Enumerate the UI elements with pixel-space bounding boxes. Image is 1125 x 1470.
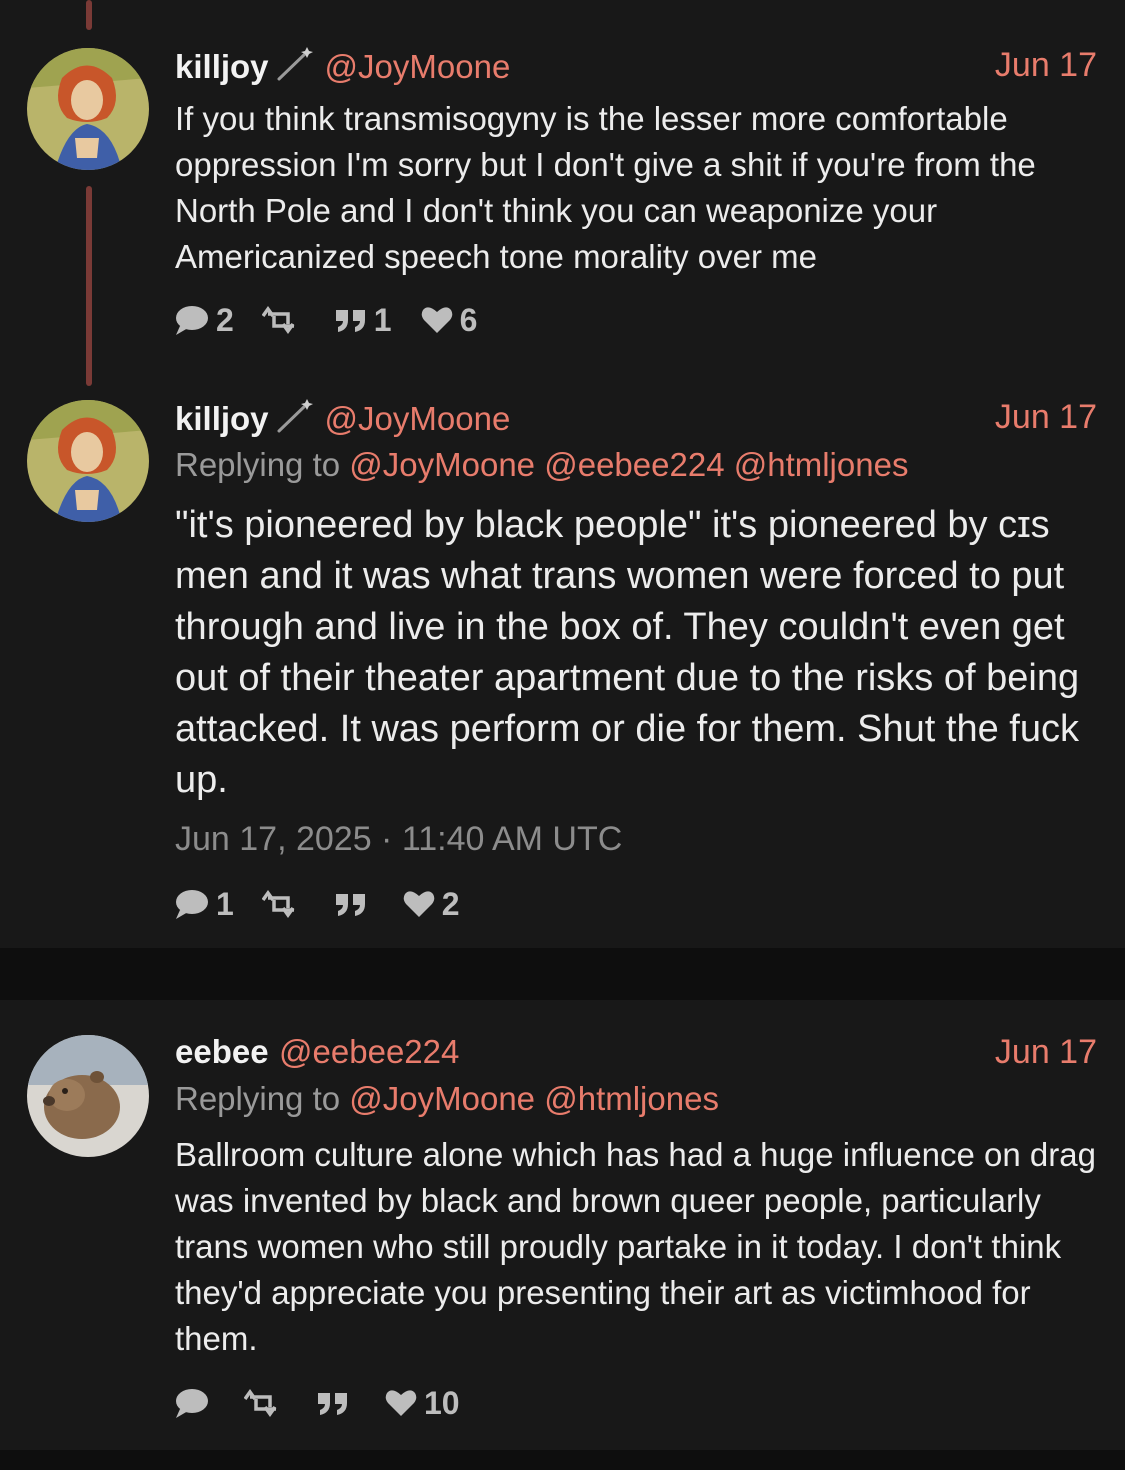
- like-count: 2: [441, 885, 460, 922]
- post-date[interactable]: Jun 17: [995, 1033, 1097, 1072]
- speech-bubble-icon: [174, 304, 210, 336]
- handle[interactable]: @JoyMoone: [325, 48, 511, 85]
- speech-bubble-icon: [174, 1387, 210, 1419]
- thread-panel: killjoy @JoyMoone Jun 17 If you think tra…: [0, 0, 1125, 948]
- like-count: 6: [459, 301, 478, 338]
- post-header: killjoy @JoyMoone Jun 17: [175, 398, 1097, 439]
- repost-button[interactable]: [244, 1389, 288, 1417]
- like-button[interactable]: 10: [384, 1385, 460, 1422]
- reply-count: 2: [216, 301, 234, 338]
- replying-to: Replying to @JoyMoone @eebee224 @htmljon…: [175, 446, 1097, 484]
- magic-wand-icon: [275, 46, 315, 87]
- post-actions: 1 2: [174, 884, 488, 924]
- heart-icon: [402, 889, 436, 919]
- retweet-arrows-icon: [261, 890, 300, 918]
- replying-to-label: Replying to: [175, 1080, 341, 1117]
- handle[interactable]: @eebee224: [279, 1033, 459, 1070]
- post-date[interactable]: Jun 17: [995, 398, 1097, 437]
- replying-to-label: Replying to: [175, 446, 341, 483]
- like-button[interactable]: 6: [420, 301, 478, 339]
- reply-button[interactable]: [174, 1387, 216, 1419]
- reply-count: 1: [216, 885, 234, 922]
- speech-bubble-icon: [174, 888, 210, 920]
- reply-button[interactable]: 2: [174, 302, 234, 339]
- thread-connector-top: [86, 0, 92, 30]
- post-header: eebee @eebee224 Jun 17: [175, 1033, 1097, 1071]
- mention-link[interactable]: @JoyMoone: [349, 446, 535, 483]
- repost-button[interactable]: [261, 306, 306, 334]
- retweet-arrows-icon: [244, 1389, 282, 1417]
- like-button[interactable]: 2: [402, 886, 460, 923]
- mention-link[interactable]: @htmljones: [544, 1080, 719, 1117]
- avatar[interactable]: [27, 1035, 149, 1157]
- quote-button[interactable]: [334, 890, 374, 918]
- post-date[interactable]: Jun 17: [995, 46, 1097, 85]
- replying-to: Replying to @JoyMoone @htmljones: [175, 1080, 1097, 1118]
- retweet-arrows-icon: [261, 306, 300, 334]
- display-name[interactable]: killjoy: [175, 400, 269, 437]
- quote-count: 1: [373, 301, 392, 338]
- display-name[interactable]: killjoy: [175, 48, 269, 85]
- quote-button[interactable]: [316, 1389, 356, 1417]
- post-text: If you think transmisogyny is the lesser…: [175, 100, 1036, 275]
- avatar[interactable]: [27, 48, 149, 170]
- like-count: 10: [424, 1384, 460, 1421]
- quote-marks-icon: [316, 1389, 350, 1417]
- handle[interactable]: @JoyMoone: [325, 400, 511, 437]
- avatar[interactable]: [27, 400, 149, 522]
- display-name[interactable]: eebee: [175, 1033, 269, 1070]
- quote-marks-icon: [334, 890, 368, 918]
- mention-link[interactable]: @htmljones: [734, 446, 909, 483]
- post-text: "it's pioneered by black people" it's pi…: [175, 504, 1080, 801]
- post-actions: 2 1 6: [174, 300, 505, 340]
- heart-icon: [384, 1388, 418, 1418]
- repost-button[interactable]: [261, 890, 306, 918]
- reply-button[interactable]: 1: [174, 886, 234, 923]
- thread-connector: [86, 186, 92, 386]
- heart-icon: [420, 305, 454, 335]
- post-timestamp[interactable]: Jun 17, 2025 · 11:40 AM UTC: [175, 820, 622, 859]
- quote-button[interactable]: 1: [334, 302, 392, 339]
- post-header: killjoy @JoyMoone Jun 17: [175, 46, 1097, 87]
- mention-link[interactable]: @JoyMoone: [349, 1080, 535, 1117]
- reply-panel: eebee @eebee224 Jun 17 Replying to @JoyM…: [0, 1000, 1125, 1450]
- magic-wand-icon: [275, 398, 315, 439]
- post-actions: 10: [174, 1383, 488, 1423]
- mention-link[interactable]: @eebee224: [544, 446, 724, 483]
- post-text: Ballroom culture alone which has had a h…: [175, 1136, 1096, 1357]
- quote-marks-icon: [334, 306, 368, 334]
